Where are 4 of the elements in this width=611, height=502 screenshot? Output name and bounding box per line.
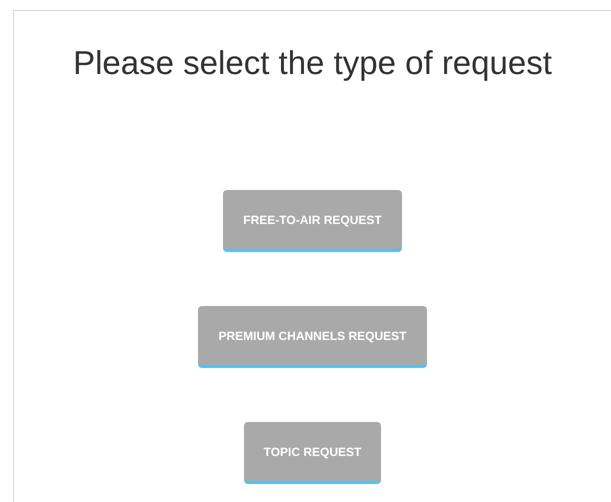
request-button[interactable]: FREE-TO-AIR REQUEST [223, 190, 402, 252]
page-title: Please select the type of request [72, 43, 553, 83]
request-button[interactable]: PREMIUM CHANNELS REQUEST [198, 306, 426, 368]
request-button[interactable]: TOPIC REQUEST [244, 422, 382, 484]
